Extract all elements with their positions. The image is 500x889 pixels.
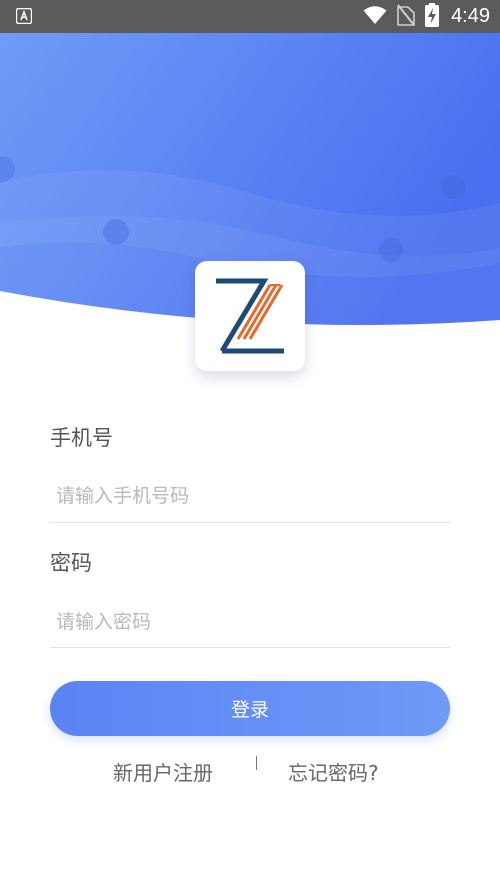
forgot-password-link[interactable]: 忘记密码?	[288, 757, 379, 786]
register-link[interactable]: 新用户注册	[113, 757, 213, 786]
phone-underline	[50, 522, 450, 523]
phone-label: 手机号	[50, 426, 113, 450]
link-separator	[256, 756, 257, 770]
login-button[interactable]: 登录	[50, 681, 450, 736]
wifi-icon	[363, 5, 387, 29]
phone-input[interactable]	[50, 476, 450, 516]
status-bar: 4:49	[0, 0, 500, 33]
password-input[interactable]	[50, 602, 450, 642]
z-logo-icon	[216, 278, 284, 354]
password-label: 密码	[50, 551, 92, 575]
password-underline	[50, 647, 450, 648]
app-logo	[195, 261, 305, 371]
battery-charging-icon	[425, 2, 440, 31]
no-sim-icon	[397, 3, 415, 30]
status-time: 4:49	[451, 5, 490, 27]
app-notification-icon	[15, 7, 33, 25]
